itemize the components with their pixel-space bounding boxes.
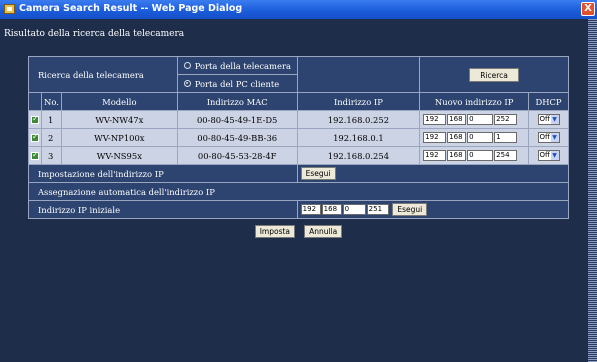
chevron-down-icon[interactable]: ▼ — [550, 151, 559, 160]
initial-ip-execute-button[interactable]: Esegui — [392, 203, 428, 216]
dialog-buttons: Imposta Annulla — [0, 221, 597, 240]
dhcp-select[interactable]: Off ▼ — [537, 150, 560, 161]
auto-assign-row: Assegnazione automatica dell'indirizzo I… — [28, 182, 569, 201]
set-button[interactable]: Imposta — [254, 225, 296, 238]
ip-setting-row: Impostazione dell'indirizzo IP Esegui — [28, 164, 570, 183]
ip-setting-execute-button[interactable]: Esegui — [300, 167, 336, 180]
close-icon[interactable]: X — [581, 2, 595, 16]
window-title: Camera Search Result -- Web Page Dialog — [19, 3, 243, 14]
row-new-ip: 192 168 0 252 — [419, 110, 530, 129]
initial-ip-octet-field[interactable]: 168 — [321, 204, 342, 215]
radio-camera-port-label: Porta della telecamera — [194, 60, 291, 71]
col-new-ip: Nuovo indirizzo IP — [419, 92, 530, 111]
row-checkbox[interactable] — [30, 150, 39, 160]
auto-assign-label: Assegnazione automatica dell'indirizzo I… — [28, 182, 569, 201]
row-mac: 00-80-45-49-BB-36 — [176, 128, 298, 147]
ip-octet-field[interactable]: 0 — [467, 150, 494, 161]
ip-setting-label: Impostazione dell'indirizzo IP — [28, 164, 298, 183]
dhcp-select[interactable]: Off ▼ — [537, 132, 560, 143]
ip-octet-field[interactable]: 252 — [494, 114, 518, 125]
table-row: 2 WV-NP100x 00-80-45-49-BB-36 192.168.0.… — [28, 128, 569, 147]
row-ip: 192.168.0.254 — [296, 146, 421, 165]
col-dhcp: DHCP — [528, 92, 569, 111]
camera-table: Ricerca della telecamera Porta della tel… — [28, 56, 570, 219]
row-mac: 00-80-45-49-1E-D5 — [176, 110, 298, 129]
initial-ip-octet-field[interactable]: 251 — [366, 204, 389, 215]
radio-client-port[interactable]: Porta del PC cliente — [176, 74, 298, 93]
radio-client-port-label: Porta del PC cliente — [194, 78, 280, 89]
ip-octet-field[interactable]: 192 — [423, 150, 447, 161]
cancel-button[interactable]: Annulla — [304, 225, 343, 238]
row-model: WV-NS95x — [60, 146, 178, 165]
search-row: Ricerca della telecamera Porta della tel… — [28, 56, 569, 93]
row-no: 2 — [40, 128, 62, 147]
row-ip: 192.168.0.1 — [296, 128, 421, 147]
search-button[interactable]: Ricerca — [469, 67, 519, 82]
table-row: 1 WV-NW47x 00-80-45-49-1E-D5 192.168.0.2… — [28, 110, 569, 129]
row-checkbox[interactable] — [30, 132, 39, 142]
ip-octet-field[interactable]: 168 — [447, 114, 467, 125]
table-header: No. Modello Indirizzo MAC Indirizzo IP N… — [28, 92, 569, 111]
row-mac: 00-80-45-53-28-4F — [176, 146, 298, 165]
radio-camera-port[interactable]: Porta della telecamera — [176, 56, 298, 75]
col-no: No. — [40, 92, 62, 111]
row-no: 1 — [40, 110, 62, 129]
col-model: Modello — [60, 92, 178, 111]
initial-ip-row: Indirizzo IP iniziale 192 168 0 251 Esegui — [28, 200, 570, 219]
ip-octet-field[interactable]: 192 — [423, 114, 447, 125]
row-model: WV-NP100x — [60, 128, 178, 147]
col-ip: Indirizzo IP — [296, 92, 421, 111]
ip-octet-field[interactable]: 1 — [494, 132, 518, 143]
app-icon — [4, 4, 15, 14]
row-checkbox[interactable] — [30, 114, 39, 124]
dhcp-select[interactable]: Off ▼ — [537, 114, 560, 125]
col-mac: Indirizzo MAC — [176, 92, 298, 111]
initial-ip-octet-field[interactable]: 192 — [300, 204, 321, 215]
row-new-ip: 192 168 0 254 — [419, 146, 530, 165]
title-bar: Camera Search Result -- Web Page Dialog … — [0, 0, 597, 19]
search-label: Ricerca della telecamera — [28, 56, 178, 93]
initial-ip-label: Indirizzo IP iniziale — [28, 200, 298, 219]
radio-client-port-icon[interactable] — [183, 79, 191, 87]
ip-octet-field[interactable]: 0 — [467, 114, 494, 125]
initial-ip-octet-field[interactable]: 0 — [342, 204, 366, 215]
row-model: WV-NW47x — [60, 110, 178, 129]
ip-octet-field[interactable]: 0 — [467, 132, 494, 143]
chevron-down-icon[interactable]: ▼ — [550, 133, 559, 142]
row-ip: 192.168.0.252 — [296, 110, 421, 129]
row-no: 3 — [40, 146, 62, 165]
table-row: 3 WV-NS95x 00-80-45-53-28-4F 192.168.0.2… — [28, 146, 569, 165]
ip-octet-field[interactable]: 254 — [494, 150, 518, 161]
scrollbar[interactable] — [588, 19, 597, 362]
ip-octet-field[interactable]: 168 — [447, 132, 467, 143]
row-new-ip: 192 168 0 1 — [419, 128, 530, 147]
chevron-down-icon[interactable]: ▼ — [550, 115, 559, 124]
ip-octet-field[interactable]: 192 — [423, 132, 447, 143]
radio-camera-port-icon[interactable] — [183, 61, 191, 69]
ip-octet-field[interactable]: 168 — [447, 150, 467, 161]
page-subheader: Risultato della ricerca della telecamera — [4, 29, 185, 39]
